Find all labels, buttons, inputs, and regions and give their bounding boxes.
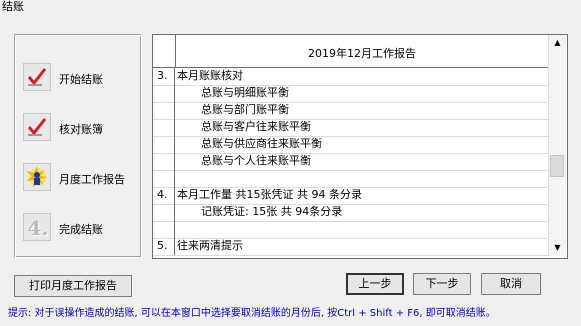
row-number: 4. [153, 187, 175, 204]
header-gutter [153, 35, 176, 67]
sparkle-person-icon [23, 163, 51, 191]
scroll-down-icon[interactable]: ▼ [549, 240, 566, 256]
row-number [153, 102, 175, 119]
scrollbar-thumb[interactable] [550, 155, 564, 177]
report-header: 2019年12月工作报告 [153, 35, 548, 68]
report-title: 2019年12月工作报告 [308, 47, 416, 60]
step-label: 开始结账 [59, 73, 103, 86]
print-report-button[interactable]: 打印月度工作报告 [14, 275, 132, 297]
row-text: 往来两清提示 [177, 239, 243, 252]
row-text: 记账凭证: 15张 共 94条分录 [201, 205, 343, 218]
scroll-up-icon[interactable]: ▲ [549, 35, 566, 51]
hint-text: 提示: 对于误操作造成的结账, 可以在本窗口中选择要取消结账的月份后, 按Ctr… [8, 308, 496, 319]
table-row[interactable]: 总账与供应商往来账平衡 [153, 136, 548, 154]
row-text: 本月工作量 共15张凭证 共 94 条分录 [177, 188, 362, 201]
next-step-button[interactable]: 下一步 [413, 273, 471, 295]
step-label: 完成结账 [59, 223, 103, 236]
table-row[interactable]: 总账与客户往来账平衡 [153, 119, 548, 137]
step-label: 核对账簿 [59, 123, 103, 136]
report-grid[interactable]: 2019年12月工作报告 3. 本月账账核对 总账与明细账平衡 总账与部门账平衡 总账与… [152, 34, 568, 259]
row-number [153, 204, 175, 221]
step-start-closing: 开始结账 [23, 63, 141, 93]
table-row[interactable]: 总账与部门账平衡 [153, 102, 548, 120]
row-text: 总账与供应商往来账平衡 [201, 137, 322, 150]
table-row[interactable] [153, 170, 548, 188]
step-label: 月度工作报告 [59, 173, 125, 186]
row-text: 总账与客户往来账平衡 [201, 120, 311, 133]
table-row[interactable]: 5. 往来两清提示 [153, 238, 548, 256]
row-text: 总账与个人往来账平衡 [201, 154, 311, 167]
row-text: 总账与部门账平衡 [201, 103, 289, 116]
row-number [153, 221, 175, 238]
step-check-books: 核对账簿 [23, 113, 141, 143]
cancel-button[interactable]: 取消 [481, 273, 541, 295]
table-row[interactable]: 总账与个人往来账平衡 [153, 153, 548, 171]
row-text: 本月账账核对 [177, 69, 243, 82]
row-number [153, 119, 175, 136]
table-row[interactable]: 3. 本月账账核对 [153, 68, 548, 86]
row-text: 总账与明细账平衡 [201, 86, 289, 99]
number-4-glyph: 4. [27, 216, 49, 240]
row-number: 5. [153, 238, 175, 255]
vertical-scrollbar[interactable]: ▲ ▼ [548, 35, 566, 256]
check-mark-icon [23, 113, 51, 141]
table-row[interactable] [153, 221, 548, 239]
steps-panel: 开始结账 核对账簿 月度工作报告 4. 完成结账 [14, 34, 142, 258]
row-number [153, 85, 175, 102]
row-number: 3. [153, 68, 175, 85]
row-number [153, 170, 175, 187]
window-title: 结账 [2, 0, 24, 13]
step-finish-closing: 4. 完成结账 [23, 213, 141, 243]
row-number [153, 153, 175, 170]
step-monthly-report: 月度工作报告 [23, 163, 141, 193]
prev-step-button[interactable]: 上一步 [346, 273, 404, 295]
number-4-icon: 4. [23, 213, 51, 241]
row-number [153, 136, 175, 153]
table-row[interactable]: 4. 本月工作量 共15张凭证 共 94 条分录 [153, 187, 548, 205]
check-mark-icon [23, 63, 51, 91]
table-row[interactable]: 总账与明细账平衡 [153, 85, 548, 103]
table-row[interactable]: 记账凭证: 15张 共 94条分录 [153, 204, 548, 222]
